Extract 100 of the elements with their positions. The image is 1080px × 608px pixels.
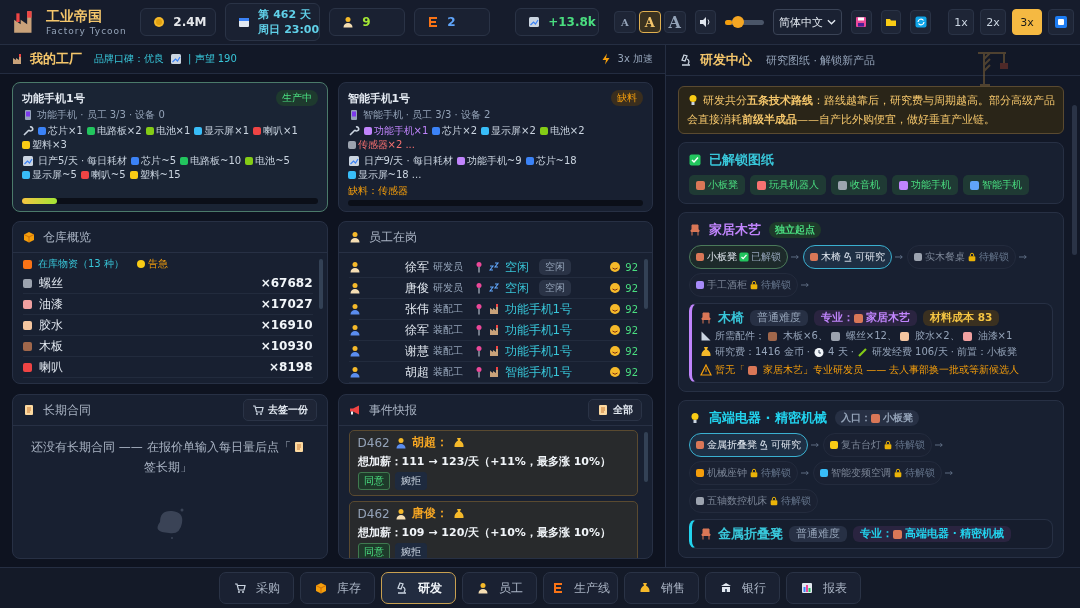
nav-tab[interactable]: 生产线	[543, 572, 618, 604]
line-name: 智能手机1号	[347, 90, 411, 106]
speed-button[interactable]: 3x	[1012, 9, 1042, 35]
stop-button[interactable]	[1048, 9, 1074, 35]
person-icon	[348, 366, 361, 378]
ruler-icon	[700, 330, 712, 342]
chart-icon	[347, 155, 360, 167]
person-icon	[348, 261, 361, 273]
chair-icon	[689, 224, 701, 236]
factory-icon	[488, 324, 501, 336]
staff-row[interactable]: 谢慧 装配工 功能手机1号 92	[348, 341, 638, 362]
scrollbar[interactable]	[644, 432, 648, 482]
blueprint-chip[interactable]: 收音机	[831, 175, 887, 195]
consumption-label: 电路板~10	[190, 154, 242, 168]
scrollbar[interactable]	[644, 259, 648, 309]
font-size-button[interactable]: A	[638, 11, 661, 33]
reject-button[interactable]: 婉拒	[394, 543, 427, 558]
blueprint-chip[interactable]: 小板凳	[689, 175, 745, 195]
language-select[interactable]: 简体中文	[772, 9, 842, 35]
specialty-label: 专业：	[821, 311, 854, 325]
save-button[interactable]	[850, 10, 872, 34]
arrow-icon	[945, 470, 954, 476]
warning-text: 家居木艺」专业研发员 —— 去人事部换一批或等新候选人	[763, 363, 1020, 377]
font-size-button[interactable]: A	[613, 11, 636, 33]
staff-role: 装配工	[432, 302, 463, 316]
scrollbar[interactable]	[1072, 105, 1077, 255]
staff-row[interactable]: 张伟 装配工 功能手机1号 92	[348, 299, 638, 320]
factory-icon	[488, 303, 501, 315]
route-title: 家居木艺	[709, 221, 761, 239]
tech-node[interactable]: 机械座钟 待解锁	[689, 461, 798, 485]
blueprint-chip[interactable]: 智能手机	[963, 175, 1029, 195]
staff-row[interactable]: 徐军 研发员 空闲 空闲 92	[348, 257, 638, 278]
item-quantity: ×10930	[260, 339, 313, 353]
tech-node[interactable]: 智能变频空调 待解锁	[813, 461, 942, 485]
item-quantity: ×67682	[260, 276, 313, 290]
nav-tab[interactable]: 销售	[624, 572, 699, 604]
tech-node[interactable]: 金属折叠凳 可研究	[689, 433, 808, 457]
tech-node[interactable]: 木椅 可研究	[803, 245, 892, 269]
consumption-label: 显示屏~5	[32, 168, 77, 182]
smile-icon	[609, 303, 622, 315]
tech-node[interactable]: 手工酒柜 待解锁	[689, 273, 798, 297]
blueprint-chip[interactable]: 玩具机器人	[750, 175, 826, 195]
route-title: 高端电器 · 精密机械	[709, 409, 827, 427]
stat-value: 2.4M	[173, 15, 207, 29]
scrollbar[interactable]	[318, 259, 323, 309]
staff-name: 徐军	[404, 258, 429, 276]
person-icon	[394, 436, 407, 449]
stat-value: 2	[447, 15, 456, 29]
tech-node[interactable]: 小板凳 已解锁	[689, 245, 788, 269]
staff-row[interactable]: 徐军 装配工 功能手机1号 92	[348, 320, 638, 341]
bank-icon	[719, 582, 732, 594]
nav-tab[interactable]: 报表	[786, 572, 861, 604]
scroll-icon	[292, 441, 305, 453]
sign-contract-button[interactable]: 去签一份	[242, 399, 317, 421]
arrow-icon	[791, 254, 800, 260]
tech-node[interactable]: 实木餐桌 待解锁	[907, 245, 1016, 269]
slider-thumb[interactable]	[732, 16, 745, 28]
item-name: 木板	[39, 337, 63, 355]
empty-message: 还没有长期合同 —— 在报价单输入每日量后点「	[30, 439, 291, 456]
speed-button[interactable]: 2x	[980, 9, 1006, 35]
staff-row[interactable]: 唐俊 研发员 空闲 空闲 92	[348, 278, 638, 299]
speed-button[interactable]: 1x	[948, 9, 974, 35]
production-line-card[interactable]: 功能手机1号 生产中 功能手机 · 员工 3/3 · 设备 0 芯片×1 电路板×2 电池×1 显示屏×1 喇叭×1 塑料×3 日产5/天 · 每日耗材 芯片~5 电路板~10 电池~5 显示屏~5 喇叭~5 塑料~15	[12, 82, 328, 212]
factory-icon	[12, 53, 24, 65]
microscope-icon	[843, 252, 853, 262]
open-button[interactable]	[880, 10, 902, 34]
volume-button[interactable]	[694, 10, 716, 34]
refresh-button[interactable]	[910, 10, 931, 34]
nav-tab[interactable]: 银行	[705, 572, 780, 604]
panel-title: 长期合同	[43, 401, 91, 419]
nav-tab[interactable]: 员工	[462, 572, 537, 604]
nav-tab[interactable]: 研发	[381, 572, 456, 604]
scroll-icon	[597, 404, 609, 416]
staff-row[interactable]: 胡超 装配工 智能手机1号 92	[348, 362, 638, 383]
consumption-label: 芯片~5	[141, 154, 177, 168]
production-line-card[interactable]: 智能手机1号 缺料 智能手机 · 员工 3/3 · 设备 2 功能手机×1 芯片×2 显示屏×2 电池×2 传感器×2 ... 日产9/天 · 每日耗材 功能手机~9 芯片~18 显示屏~18 ... 缺料：传感器	[337, 82, 653, 212]
smile-icon	[609, 324, 622, 336]
reject-button[interactable]: 婉拒	[394, 472, 427, 490]
nav-tab[interactable]: 库存	[300, 572, 375, 604]
product-name: 木椅	[718, 309, 744, 327]
mood-value: 92	[625, 261, 638, 273]
factory-icon	[488, 345, 501, 357]
volume-slider[interactable]	[724, 19, 764, 25]
part-label: 螺丝×12、	[845, 329, 897, 343]
accept-button[interactable]: 同意	[357, 543, 390, 558]
arrow-icon	[811, 442, 820, 448]
material-label: 芯片×2	[442, 124, 477, 138]
accept-button[interactable]: 同意	[357, 472, 390, 490]
view-all-button[interactable]: 全部	[588, 399, 642, 421]
tech-node[interactable]: 五轴数控机床 待解锁	[689, 489, 818, 513]
mood-value: 92	[625, 303, 638, 315]
blueprint-chip[interactable]: 功能手机	[892, 175, 958, 195]
staff-task: 功能手机1号	[504, 342, 573, 360]
calendar-icon	[238, 16, 251, 28]
smile-icon	[609, 261, 622, 273]
nav-tab[interactable]: 采购	[219, 572, 294, 604]
consumption-label: 塑料~15	[139, 168, 181, 182]
material-label: 芯片×1	[48, 124, 83, 138]
font-size-button[interactable]: A	[663, 11, 686, 33]
tech-node[interactable]: 复古台灯 待解锁	[823, 433, 932, 457]
